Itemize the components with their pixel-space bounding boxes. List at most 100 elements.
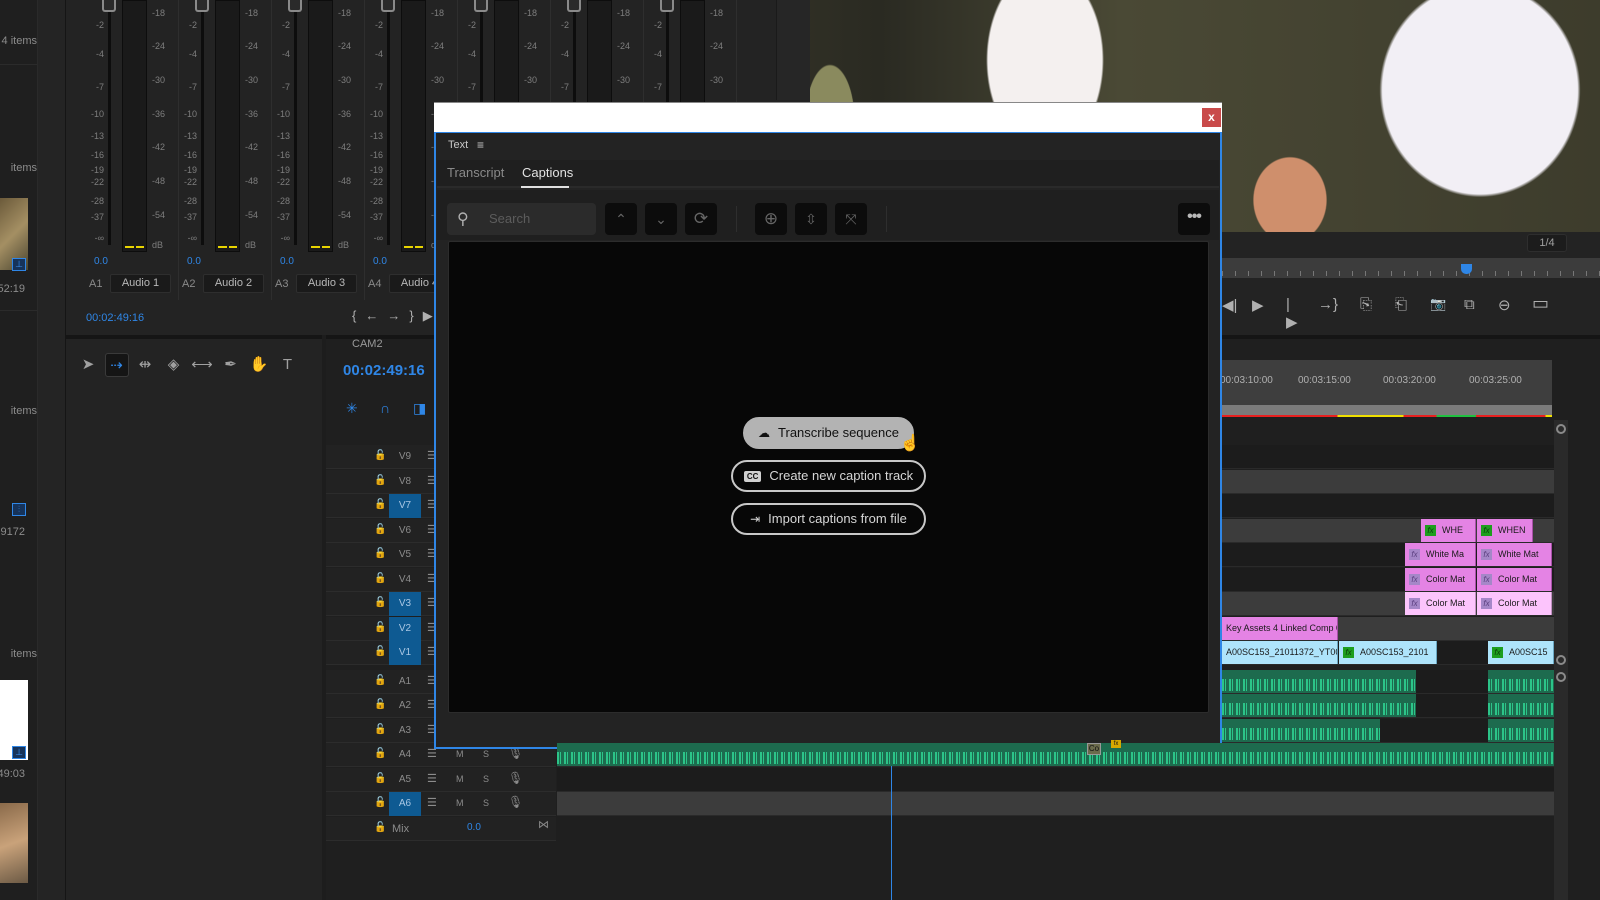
- split-caption-button[interactable]: ⇳: [795, 203, 827, 235]
- nest-sequence-icon[interactable]: ✳: [346, 400, 358, 417]
- panel-menu-icon[interactable]: ≡: [477, 138, 484, 152]
- volume-fader-handle[interactable]: [381, 0, 395, 12]
- volume-fader-handle[interactable]: [474, 0, 488, 12]
- type-tool-icon[interactable]: T: [276, 353, 300, 377]
- caption-marker[interactable]: Co: [1087, 743, 1101, 755]
- track-target[interactable]: A1: [389, 670, 421, 694]
- fx-keyframe-icon[interactable]: fx: [1111, 740, 1121, 748]
- lock-icon[interactable]: 🔓: [374, 724, 386, 735]
- linked-selection-icon[interactable]: ◨: [413, 400, 426, 417]
- volume-fader-track[interactable]: [201, 0, 204, 245]
- lock-icon[interactable]: 🔓: [374, 450, 386, 461]
- sequence-tab[interactable]: CAM2: [352, 338, 383, 350]
- step-back-icon[interactable]: ◀|: [1222, 296, 1237, 314]
- video-clip[interactable]: A00SC153_21011372_YT00: [1222, 641, 1338, 664]
- page-indicator[interactable]: 1/4: [1527, 234, 1567, 252]
- mute-button[interactable]: M: [456, 774, 464, 784]
- title-clip[interactable]: fx WHE: [1421, 518, 1476, 542]
- scroll-handle[interactable]: [1556, 424, 1566, 434]
- matte-clip[interactable]: fx Color Mat: [1477, 592, 1552, 615]
- lift-icon[interactable]: ⎘: [1360, 296, 1372, 313]
- volume-fader-handle[interactable]: [195, 0, 209, 12]
- export-frame-icon[interactable]: 📷: [1430, 296, 1446, 312]
- lock-icon[interactable]: 🔓: [374, 699, 386, 710]
- audio-clip[interactable]: [557, 743, 1554, 766]
- safe-margins-icon[interactable]: ▭: [1532, 293, 1549, 314]
- lock-icon[interactable]: 🔓: [374, 773, 386, 784]
- ripple-edit-tool-icon[interactable]: ⇹: [133, 353, 157, 377]
- track-target[interactable]: A6: [389, 792, 421, 816]
- volume-fader-handle[interactable]: [660, 0, 674, 12]
- lock-icon[interactable]: 🔓: [374, 822, 386, 833]
- program-playhead[interactable]: [1461, 264, 1472, 274]
- track-target[interactable]: V9: [389, 445, 421, 469]
- close-button[interactable]: x: [1202, 108, 1221, 127]
- audio-clip[interactable]: [1488, 669, 1554, 693]
- track-target[interactable]: V7: [389, 494, 421, 518]
- go-to-out-icon[interactable]: →}: [1318, 296, 1338, 313]
- audio-clip[interactable]: [1488, 718, 1554, 742]
- volume-fader-handle[interactable]: [567, 0, 581, 12]
- next-result-button[interactable]: ⌄: [645, 203, 677, 235]
- solo-button[interactable]: S: [483, 749, 489, 759]
- track-target[interactable]: V2: [389, 616, 421, 641]
- track-target[interactable]: V1: [389, 641, 421, 665]
- lock-icon[interactable]: 🔓: [374, 622, 386, 633]
- scroll-handle[interactable]: [1556, 655, 1566, 665]
- scroll-handle[interactable]: [1556, 672, 1566, 682]
- solo-button[interactable]: S: [483, 774, 489, 784]
- volume-value[interactable]: 0.0: [373, 256, 387, 267]
- go-to-out-icon[interactable]: →}: [387, 308, 422, 323]
- lock-icon[interactable]: 🔓: [374, 675, 386, 686]
- mute-button[interactable]: M: [456, 798, 464, 808]
- lock-icon[interactable]: 🔓: [374, 475, 386, 486]
- lock-icon[interactable]: 🔓: [374, 499, 386, 510]
- matte-clip[interactable]: fx White Ma: [1405, 543, 1476, 566]
- track-target[interactable]: V4: [389, 568, 421, 592]
- track-target[interactable]: A5: [389, 768, 421, 792]
- voiceover-record-icon[interactable]: 🎙: [508, 795, 523, 809]
- pen-tool-icon[interactable]: ✒: [219, 353, 243, 377]
- track-target[interactable]: A3: [389, 719, 421, 743]
- matte-clip[interactable]: fx Color Mat: [1405, 592, 1476, 615]
- add-caption-button[interactable]: ⊕: [755, 203, 787, 235]
- track-target[interactable]: A2: [389, 694, 421, 718]
- track-target[interactable]: V3: [389, 592, 421, 616]
- track-target[interactable]: V6: [389, 519, 421, 543]
- matte-clip[interactable]: fx Color Mat: [1405, 567, 1476, 591]
- lock-icon[interactable]: 🔓: [374, 646, 386, 657]
- linked-comp-clip[interactable]: Key Assets 4 Linked Comp 0: [1222, 616, 1338, 640]
- lock-icon[interactable]: 🔓: [374, 748, 386, 759]
- import-captions-button[interactable]: ⇥ Import captions from file: [731, 503, 926, 535]
- tab-captions[interactable]: Captions: [522, 165, 573, 180]
- lock-icon[interactable]: 🔓: [374, 548, 386, 559]
- mixer-timecode[interactable]: 00:02:49:16: [86, 312, 144, 324]
- track-target[interactable]: V8: [389, 470, 421, 494]
- sync-lock-icon[interactable]: ☰: [427, 796, 437, 809]
- program-scrub-bar[interactable]: [1222, 258, 1600, 278]
- volume-fader-track[interactable]: [294, 0, 297, 245]
- channel-name[interactable]: Audio 2: [203, 274, 264, 293]
- lock-icon[interactable]: 🔓: [374, 797, 386, 808]
- audio-clip[interactable]: [1222, 694, 1416, 717]
- timeline-timecode[interactable]: 00:02:49:16: [343, 362, 425, 379]
- floating-window-titlebar[interactable]: [434, 102, 1222, 133]
- lock-icon[interactable]: 🔓: [374, 524, 386, 535]
- channel-name[interactable]: Audio 1: [110, 274, 171, 293]
- replace-button[interactable]: ⟳: [685, 203, 717, 235]
- extract-icon[interactable]: ⎗: [1395, 296, 1407, 313]
- previous-result-button[interactable]: ⌃: [605, 203, 637, 235]
- mix-volume[interactable]: 0.0: [467, 822, 481, 833]
- bin-thumbnail[interactable]: [0, 803, 28, 883]
- voiceover-record-icon[interactable]: 🎙: [508, 771, 523, 785]
- audio-clip[interactable]: [1222, 718, 1380, 742]
- go-to-in-icon[interactable]: {←: [352, 308, 387, 323]
- track-select-forward-tool-icon[interactable]: ⇢: [104, 353, 129, 377]
- playhead[interactable]: [891, 748, 892, 900]
- sync-lock-icon[interactable]: ☰: [427, 772, 437, 785]
- audio-clip[interactable]: [1488, 694, 1554, 717]
- more-options-button[interactable]: •••: [1178, 203, 1210, 235]
- bowtie-icon[interactable]: ⋈: [538, 818, 549, 831]
- volume-value[interactable]: 0.0: [94, 256, 108, 267]
- video-clip[interactable]: fx A00SC153_2101: [1339, 641, 1437, 664]
